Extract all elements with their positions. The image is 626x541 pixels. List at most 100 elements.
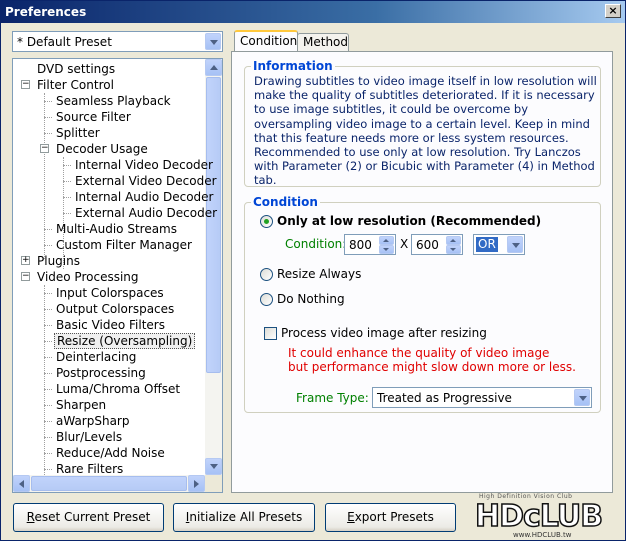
export-presets-button[interactable]: Export Presets <box>325 503 456 532</box>
do-nothing-label[interactable]: Do Nothing <box>277 292 345 306</box>
tree-item[interactable]: Blur/Levels <box>54 429 124 445</box>
tree-item[interactable]: Internal Audio Decoder <box>73 189 215 205</box>
initialize-all-presets-button[interactable]: Initialize All Presets <box>173 503 315 532</box>
tree-connector <box>44 325 52 326</box>
tree-connector <box>63 165 71 166</box>
tree-connector <box>44 469 52 470</box>
tree-item[interactable]: DVD settings <box>35 61 117 77</box>
tree-connector <box>63 197 71 198</box>
tree-item[interactable]: Plugins <box>35 253 82 269</box>
tree-connector <box>44 245 52 246</box>
preset-dropdown[interactable]: * Default Preset <box>12 31 223 52</box>
tree-connector <box>44 437 52 438</box>
tree-item[interactable]: Seamless Playback <box>54 93 173 109</box>
tree-item[interactable]: Output Colorspaces <box>54 301 176 317</box>
tree-connector <box>44 421 52 422</box>
logic-value: OR <box>476 237 498 252</box>
tree-connector <box>44 357 52 358</box>
tree-connector <box>44 117 52 118</box>
process-after-resizing-checkbox[interactable] <box>264 327 277 340</box>
tree-item[interactable]: Filter Control <box>35 77 116 93</box>
collapse-icon[interactable]: − <box>21 80 30 89</box>
height-down-arrow-icon[interactable] <box>446 245 461 254</box>
tree-connector <box>44 405 52 406</box>
radio-do-nothing[interactable] <box>260 293 273 306</box>
tree-item[interactable]: Video Processing <box>35 269 141 285</box>
tree-guide-line <box>44 285 45 489</box>
tree-horizontal-scroll-thumb[interactable] <box>31 476 187 491</box>
information-title: Information <box>251 59 335 73</box>
tree-connector <box>44 293 52 294</box>
tree-item[interactable]: Multi-Audio Streams <box>54 221 179 237</box>
tree-connector <box>44 373 52 374</box>
tree-item[interactable]: Postprocessing <box>54 365 148 381</box>
reset-label: eset Current Preset <box>34 510 151 524</box>
tree-item[interactable]: Input Colorspaces <box>54 285 166 301</box>
tree-item[interactable]: External Audio Decoder <box>73 205 219 221</box>
scroll-right-arrow-icon[interactable] <box>188 475 205 492</box>
window-title: Preferences <box>5 5 87 19</box>
tab-method[interactable]: Method <box>297 33 349 51</box>
tree-connector <box>63 213 71 214</box>
radio-low-resolution[interactable] <box>260 215 273 228</box>
width-up-arrow-icon[interactable] <box>379 236 394 245</box>
tab-condition[interactable]: Condition <box>234 30 298 51</box>
height-value[interactable]: 600 <box>416 238 439 252</box>
warning-line-2: but performance might slow down more or … <box>288 360 576 374</box>
tree-connector <box>44 229 52 230</box>
chevron-down-icon[interactable] <box>205 33 221 50</box>
close-button[interactable]: × <box>605 4 621 18</box>
chevron-down-icon[interactable] <box>507 236 523 253</box>
tree-connector <box>44 309 52 310</box>
width-value[interactable]: 800 <box>349 238 372 252</box>
tree-item[interactable]: Source Filter <box>54 109 133 125</box>
tree-item[interactable]: Reduce/Add Noise <box>54 445 167 461</box>
frame-type-dropdown[interactable]: Treated as Progressive <box>372 387 592 408</box>
reset-current-preset-button[interactable]: Reset Current Preset <box>13 503 164 532</box>
init-label: nitialize All Presets <box>189 510 303 524</box>
tree-horizontal-scrollbar[interactable] <box>13 475 205 492</box>
tree-item[interactable]: Resize (Oversampling) <box>54 333 196 349</box>
scroll-corner <box>205 475 222 492</box>
expand-icon[interactable]: + <box>21 256 30 265</box>
tree-connector <box>44 133 52 134</box>
condition-label: Condition: <box>285 237 347 251</box>
width-stepper[interactable]: 800 <box>344 234 396 255</box>
logic-dropdown[interactable]: OR <box>473 234 525 255</box>
tree-item[interactable]: Splitter <box>54 125 102 141</box>
scroll-down-arrow-icon[interactable] <box>205 458 222 475</box>
tree-vertical-scroll-thumb[interactable] <box>206 77 221 373</box>
tree-item[interactable]: Luma/Chroma Offset <box>54 381 182 397</box>
tree-item[interactable]: External Video Decoder <box>73 173 219 189</box>
title-bar[interactable]: Preferences × <box>1 1 625 23</box>
collapse-icon[interactable]: − <box>21 272 30 281</box>
tree-item[interactable]: Decoder Usage <box>54 141 150 157</box>
tree-connector <box>44 341 52 342</box>
process-after-resizing-label[interactable]: Process video image after resizing <box>281 326 487 340</box>
warning-line-1: It could enhance the quality of video im… <box>288 346 550 360</box>
information-group: Information Drawing subtitles to video i… <box>244 59 601 188</box>
radio-resize-always[interactable] <box>260 268 273 281</box>
condition-title: Condition <box>251 195 320 209</box>
resize-always-label[interactable]: Resize Always <box>277 267 361 281</box>
tree-item[interactable]: Internal Video Decoder <box>73 157 215 173</box>
width-down-arrow-icon[interactable] <box>379 245 394 254</box>
close-icon[interactable]: × <box>608 4 617 17</box>
height-stepper[interactable]: 600 <box>411 234 463 255</box>
tree-item[interactable]: Custom Filter Manager <box>54 237 194 253</box>
low-resolution-label[interactable]: Only at low resolution (Recommended) <box>277 214 541 228</box>
tree-vertical-scrollbar[interactable] <box>205 59 222 475</box>
tree-item[interactable]: Rare Filters <box>54 461 125 477</box>
tree-item[interactable]: Sharpen <box>54 397 108 413</box>
scroll-left-arrow-icon[interactable] <box>13 475 30 492</box>
tree-item[interactable]: Deinterlacing <box>54 349 138 365</box>
scroll-up-arrow-icon[interactable] <box>205 59 222 76</box>
collapse-icon[interactable]: − <box>40 144 49 153</box>
tree-item[interactable]: Basic Video Filters <box>54 317 167 333</box>
height-up-arrow-icon[interactable] <box>446 236 461 245</box>
chevron-down-icon[interactable] <box>574 389 590 406</box>
tree-item[interactable]: aWarpSharp <box>54 413 131 429</box>
watermark-domain: www.HDCLUB.tw <box>513 531 572 539</box>
information-text: Drawing subtitles to video image itself … <box>254 74 597 188</box>
export-label: xport Presets <box>354 510 434 524</box>
